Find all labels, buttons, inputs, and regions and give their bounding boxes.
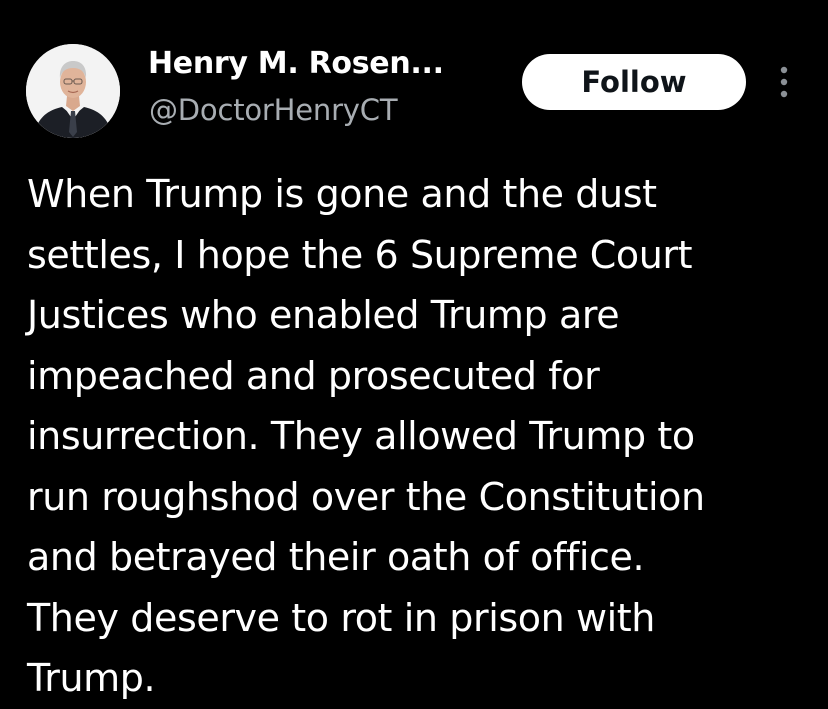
tweet-text-line: insurrection. They allowed Trump to [27, 414, 695, 458]
tweet-text-line: They deserve to rot in prison with [27, 595, 655, 640]
tweet-body-text: When Trump is gone and the dust settles,… [27, 164, 817, 709]
tweet-text-line: impeached and prosecuted for [27, 353, 600, 398]
tweet-text-line: When Trump is gone and the dust [27, 172, 657, 216]
tweet-text-line: Justices who enabled Trump are [27, 293, 620, 337]
more-vertical-icon [780, 66, 788, 98]
avatar[interactable] [26, 44, 120, 138]
tweet-header: Henry M. Rosen... @DoctorHenryCT Follow [0, 0, 828, 150]
author-display-name[interactable]: Henry M. Rosen... [148, 44, 444, 84]
follow-button[interactable]: Follow [522, 54, 746, 110]
tweet-text-line: run roughshod over the Constitution [27, 474, 705, 519]
tweet-text-line: and betrayed their oath of office. [27, 535, 645, 579]
more-options-button[interactable] [770, 64, 798, 100]
tweet-card: Henry M. Rosen... @DoctorHenryCT Follow … [0, 0, 828, 700]
author-handle[interactable]: @DoctorHenryCT [149, 90, 398, 130]
tweet-text-line: settles, I hope the 6 Supreme Court [27, 232, 693, 277]
user-avatar-photo-icon [26, 44, 120, 138]
tweet-text-line: Trump. [27, 656, 156, 700]
